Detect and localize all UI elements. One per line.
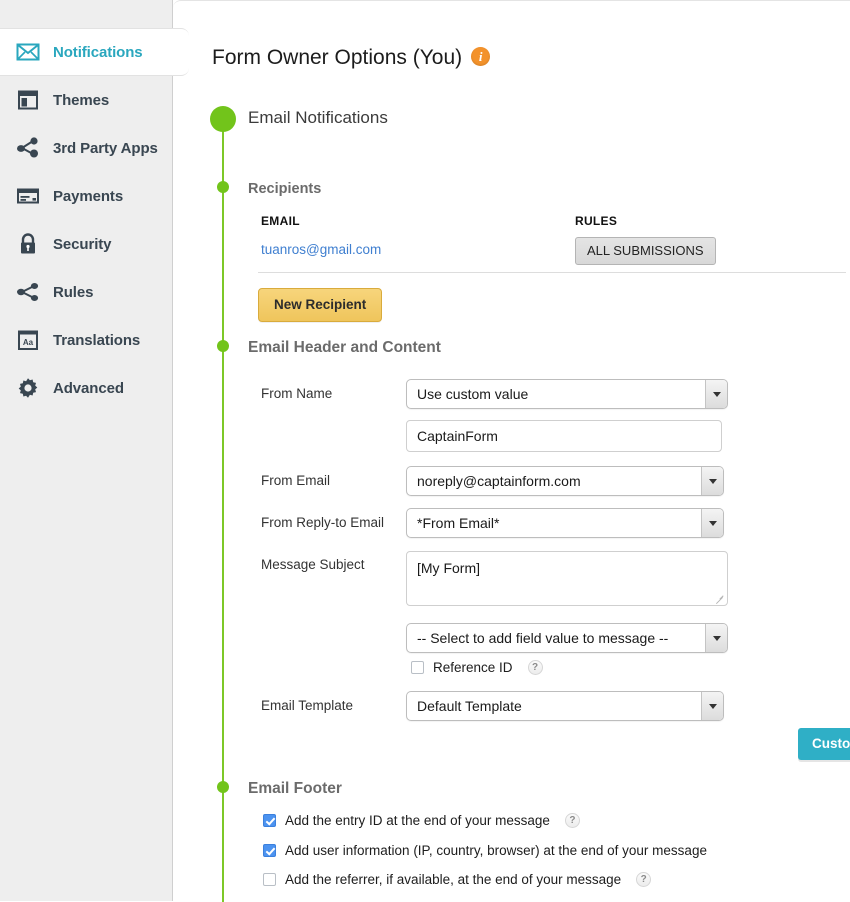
from-reply-to-select-value: *From Email* (417, 509, 499, 537)
add-field-value-select[interactable]: -- Select to add field value to message … (406, 623, 728, 653)
from-reply-to-label: From Reply-to Email (261, 515, 384, 530)
sidebar-item-security[interactable]: Security (0, 220, 172, 268)
chevron-down-icon[interactable] (701, 467, 723, 495)
section-title-email-notifications: Email Notifications (248, 108, 388, 128)
reference-id-row: Reference ID ? (411, 660, 543, 675)
footer-option-label: Add the referrer, if available, at the e… (285, 872, 621, 887)
footer-option-row: Add the referrer, if available, at the e… (263, 872, 651, 887)
svg-text:Aa: Aa (23, 338, 34, 347)
recipients-column-email: EMAIL (261, 214, 300, 228)
sidebar-item-rules[interactable]: Rules (0, 268, 172, 316)
footer-option-row: Add user information (IP, country, brows… (263, 843, 707, 858)
from-name-custom-input[interactable]: CaptainForm (406, 420, 722, 452)
footer-option-row: Add the entry ID at the end of your mess… (263, 813, 580, 828)
help-icon[interactable]: ? (565, 813, 580, 828)
from-name-select[interactable]: Use custom value (406, 379, 728, 409)
rules-share-icon (16, 280, 40, 304)
section-title-email-footer: Email Footer (248, 780, 342, 798)
chevron-down-icon[interactable] (705, 624, 727, 652)
from-email-label: From Email (261, 473, 330, 488)
sidebar-item-label: Security (53, 236, 111, 253)
from-email-select[interactable]: noreply@captainform.com (406, 466, 724, 496)
page-title-text: Form Owner Options (You) (212, 46, 462, 69)
sidebar-item-label: 3rd Party Apps (53, 140, 158, 157)
page-title: Form Owner Options (You) i (212, 46, 490, 70)
reference-id-checkbox[interactable] (411, 661, 424, 674)
email-template-label: Email Template (261, 698, 353, 713)
sidebar-item-label: Advanced (53, 380, 124, 397)
recipients-divider (258, 272, 846, 273)
recipients-column-rules: RULES (575, 214, 617, 228)
footer-option-label: Add user information (IP, country, brows… (285, 843, 707, 858)
add-field-value-select-value: -- Select to add field value to message … (417, 624, 668, 652)
sidebar-item-advanced[interactable]: Advanced (0, 364, 172, 412)
chevron-down-icon[interactable] (701, 692, 723, 720)
from-reply-to-select[interactable]: *From Email* (406, 508, 724, 538)
sidebar-item-translations[interactable]: Aa Translations (0, 316, 172, 364)
envelope-icon (16, 40, 40, 64)
sidebar-item-label: Payments (53, 188, 123, 205)
from-name-select-value: Use custom value (417, 380, 528, 408)
section-title-email-header-content: Email Header and Content (248, 339, 441, 357)
sidebar-item-notifications[interactable]: Notifications (0, 28, 189, 76)
main-panel: Form Owner Options (You) i Email Notifica… (173, 0, 850, 901)
recipient-email-link[interactable]: tuanros@gmail.com (261, 242, 381, 257)
chevron-down-icon[interactable] (701, 509, 723, 537)
message-subject-textarea[interactable]: [My Form] (406, 551, 728, 606)
apps-share-icon (16, 136, 40, 160)
section-title-recipients: Recipients (248, 181, 321, 197)
from-email-select-value: noreply@captainform.com (417, 467, 581, 495)
sidebar-item-3rd-party-apps[interactable]: 3rd Party Apps (0, 124, 172, 172)
message-subject-value: [My Form] (417, 560, 480, 576)
help-icon[interactable]: ? (636, 872, 651, 887)
recipient-rule-button[interactable]: ALL SUBMISSIONS (575, 237, 716, 265)
sidebar-item-label: Translations (53, 332, 140, 349)
message-subject-label: Message Subject (261, 557, 365, 572)
new-recipient-button[interactable]: New Recipient (258, 288, 382, 322)
info-icon[interactable]: i (471, 47, 490, 66)
lock-icon (16, 232, 40, 256)
resize-grip-icon[interactable] (715, 593, 725, 603)
from-name-label: From Name (261, 386, 332, 401)
reference-id-label: Reference ID (433, 660, 513, 675)
email-template-select[interactable]: Default Template (406, 691, 724, 721)
timeline-dot-email-footer (217, 781, 229, 793)
sidebar: Notifications Themes 3rd (0, 0, 173, 901)
footer-user-information-checkbox[interactable] (263, 844, 276, 857)
timeline-dot-email-notifications (210, 106, 236, 132)
themes-icon (16, 88, 40, 112)
sidebar-item-label: Notifications (53, 44, 143, 61)
footer-referrer-checkbox[interactable] (263, 873, 276, 886)
footer-entry-id-checkbox[interactable] (263, 814, 276, 827)
sidebar-item-themes[interactable]: Themes (0, 76, 172, 124)
gear-icon (16, 376, 40, 400)
sidebar-item-payments[interactable]: Payments (0, 172, 172, 220)
customize-button[interactable]: Customize (798, 728, 850, 760)
chevron-down-icon[interactable] (705, 380, 727, 408)
timeline-dot-email-header (217, 340, 229, 352)
sidebar-nav: Notifications Themes 3rd (0, 0, 172, 412)
footer-option-label: Add the entry ID at the end of your mess… (285, 813, 550, 828)
timeline-dot-recipients (217, 181, 229, 193)
sidebar-item-label: Rules (53, 284, 93, 301)
help-icon[interactable]: ? (528, 660, 543, 675)
credit-card-icon (16, 184, 40, 208)
email-template-select-value: Default Template (417, 692, 522, 720)
sidebar-item-label: Themes (53, 92, 109, 109)
translations-aa-icon: Aa (16, 328, 40, 352)
